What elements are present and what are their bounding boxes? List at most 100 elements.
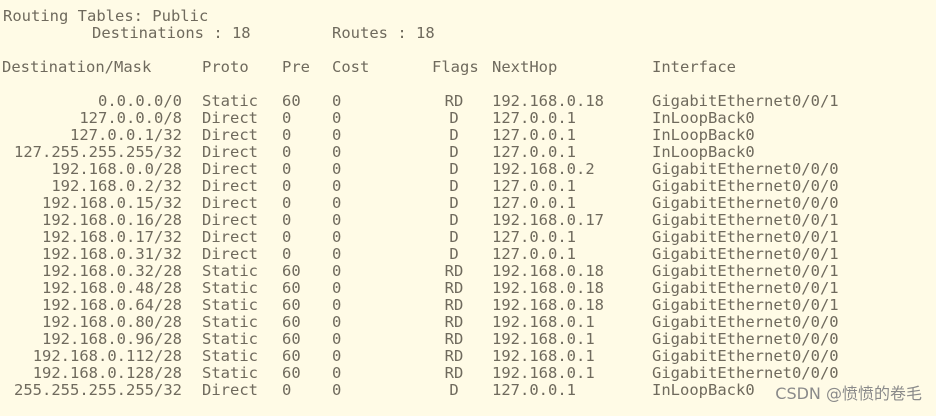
row-nexthop: 127.0.0.1	[492, 245, 576, 263]
row-interface: GigabitEthernet0/0/1	[652, 245, 839, 263]
row-destination: 192.168.0.48/28	[42, 279, 182, 297]
row-interface: GigabitEthernet0/0/0	[652, 330, 839, 348]
row-proto: Static	[202, 92, 258, 110]
table-row: 192.168.0.128/28 Static 60 0 RD 192.168.0.1 Gi…	[0, 365, 936, 382]
row-flags: RD	[444, 92, 464, 110]
row-proto: Direct	[202, 143, 258, 161]
row-destination: 192.168.0.64/28	[42, 296, 182, 314]
row-pre: 60	[282, 296, 301, 314]
row-destination: 127.0.0.0/8	[79, 109, 182, 127]
row-proto: Direct	[202, 381, 258, 399]
row-flags: D	[449, 381, 459, 399]
row-nexthop: 192.168.0.1	[492, 364, 595, 382]
row-pre: 60	[282, 92, 301, 110]
row-cost: 0	[332, 381, 342, 399]
row-pre: 0	[282, 228, 292, 246]
table-row: 192.168.0.15/32 Direct 0 0 D 127.0.0.1 Gigabit…	[0, 195, 936, 212]
row-flags: RD	[444, 262, 464, 280]
destinations-count: Destinations : 18	[92, 24, 251, 42]
header-destination: Destination/Mask	[2, 58, 152, 76]
row-destination: 192.168.0.96/28	[42, 330, 182, 348]
routes-count: Routes : 18	[332, 24, 435, 42]
row-cost: 0	[332, 109, 342, 127]
row-flags: D	[449, 228, 459, 246]
row-nexthop: 192.168.0.17	[492, 211, 604, 229]
row-pre: 0	[282, 194, 292, 212]
row-destination: 192.168.0.15/32	[42, 194, 182, 212]
row-interface: GigabitEthernet0/0/1	[652, 228, 839, 246]
row-nexthop: 192.168.0.18	[492, 262, 604, 280]
row-proto: Direct	[202, 160, 258, 178]
row-flags: RD	[444, 347, 464, 365]
row-destination: 192.168.0.32/28	[42, 262, 182, 280]
row-pre: 0	[282, 381, 292, 399]
row-proto: Direct	[202, 245, 258, 263]
row-interface: GigabitEthernet0/0/0	[652, 194, 839, 212]
row-interface: InLoopBack0	[652, 143, 755, 161]
row-proto: Direct	[202, 177, 258, 195]
row-destination: 192.168.0.128/28	[32, 364, 182, 382]
row-flags: D	[449, 109, 459, 127]
row-pre: 0	[282, 245, 292, 263]
row-nexthop: 127.0.0.1	[492, 177, 576, 195]
row-pre: 60	[282, 279, 301, 297]
row-interface: InLoopBack0	[652, 381, 755, 399]
row-proto: Static	[202, 296, 258, 314]
row-destination: 192.168.0.31/32	[42, 245, 182, 263]
row-cost: 0	[332, 279, 342, 297]
row-cost: 0	[332, 177, 342, 195]
row-flags: D	[449, 194, 459, 212]
row-destination: 192.168.0.0/28	[51, 160, 182, 178]
table-row: 192.168.0.31/32 Direct 0 0 D 127.0.0.1 Gigabit…	[0, 246, 936, 263]
header-nexthop: NextHop	[492, 58, 558, 76]
row-pre: 60	[282, 330, 301, 348]
row-nexthop: 192.168.0.2	[492, 160, 595, 178]
row-cost: 0	[332, 160, 342, 178]
row-flags: RD	[444, 330, 464, 348]
row-cost: 0	[332, 194, 342, 212]
row-nexthop: 127.0.0.1	[492, 381, 576, 399]
table-row: 192.168.0.112/28 Static 60 0 RD 192.168.0.1 Gi…	[0, 348, 936, 365]
row-interface: GigabitEthernet0/0/1	[652, 92, 839, 110]
row-pre: 60	[282, 347, 301, 365]
table-row: 192.168.0.48/28 Static 60 0 RD 192.168.0.18 Gi…	[0, 280, 936, 297]
row-destination: 192.168.0.16/28	[42, 211, 182, 229]
row-proto: Direct	[202, 194, 258, 212]
row-cost: 0	[332, 262, 342, 280]
row-proto: Direct	[202, 126, 258, 144]
header-flags: Flags	[432, 58, 479, 76]
row-pre: 60	[282, 262, 301, 280]
row-interface: GigabitEthernet0/0/0	[652, 364, 839, 382]
row-nexthop: 192.168.0.18	[492, 296, 604, 314]
row-flags: D	[449, 177, 459, 195]
header-pre: Pre	[282, 58, 310, 76]
row-destination: 255.255.255.255/32	[14, 381, 182, 399]
table-row: 192.168.0.80/28 Static 60 0 RD 192.168.0.1 Gig…	[0, 314, 936, 331]
row-cost: 0	[332, 296, 342, 314]
row-proto: Static	[202, 262, 258, 280]
row-cost: 0	[332, 313, 342, 331]
table-row: 192.168.0.32/28 Static 60 0 RD 192.168.0.18 Gi…	[0, 263, 936, 280]
row-flags: RD	[444, 296, 464, 314]
row-nexthop: 192.168.0.1	[492, 313, 595, 331]
row-cost: 0	[332, 347, 342, 365]
row-destination: 192.168.0.2/32	[51, 177, 182, 195]
row-flags: D	[449, 143, 459, 161]
row-pre: 0	[282, 126, 292, 144]
table-row: 192.168.0.64/28 Static 60 0 RD 192.168.0.18 Gi…	[0, 297, 936, 314]
row-flags: RD	[444, 364, 464, 382]
row-nexthop: 192.168.0.1	[492, 330, 595, 348]
row-proto: Direct	[202, 109, 258, 127]
table-row: 192.168.0.0/28 Direct 0 0 D 192.168.0.2 Gigabi…	[0, 161, 936, 178]
routing-table-title: Routing Tables: Public	[3, 7, 209, 25]
row-nexthop: 127.0.0.1	[492, 143, 576, 161]
row-flags: D	[449, 126, 459, 144]
row-interface: GigabitEthernet0/0/0	[652, 160, 839, 178]
header-interface: Interface	[652, 58, 736, 76]
row-cost: 0	[332, 211, 342, 229]
table-row: 127.0.0.1/32 Direct 0 0 D 127.0.0.1 InLoopBack…	[0, 127, 936, 144]
row-nexthop: 192.168.0.18	[492, 279, 604, 297]
row-interface: GigabitEthernet0/0/1	[652, 279, 839, 297]
header-cost: Cost	[332, 58, 370, 76]
row-proto: Static	[202, 330, 258, 348]
